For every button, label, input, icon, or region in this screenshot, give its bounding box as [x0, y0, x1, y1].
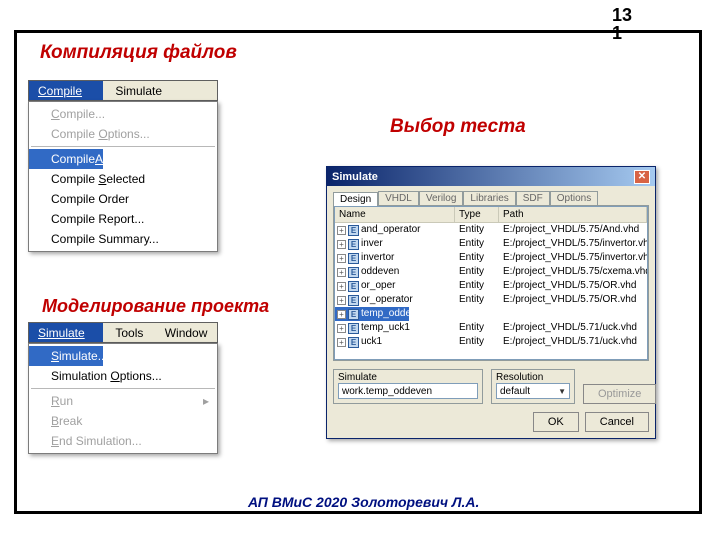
menu-simulate-2[interactable]: Simulate [29, 323, 103, 342]
menu-compile[interactable]: Compile [29, 81, 103, 100]
tab-design[interactable]: Design [333, 192, 378, 206]
heading-model: Моделирование проекта [42, 296, 269, 317]
expand-icon[interactable]: + [337, 254, 346, 263]
cancel-button[interactable]: Cancel [585, 412, 649, 432]
expand-icon[interactable]: + [337, 240, 346, 249]
menu-item[interactable]: Compile Options... [29, 124, 217, 144]
tab-vhdl[interactable]: VHDL [378, 191, 419, 205]
menu-item[interactable]: Run▸ [29, 391, 217, 411]
tab-options[interactable]: Options [550, 191, 598, 205]
simulate-dialog: Simulate ✕ DesignVHDLVerilogLibrariesSDF… [326, 166, 656, 439]
table-row[interactable]: +Etemp_uck1EntityE:/project_VHDL/5.71/uc… [335, 321, 647, 335]
table-row[interactable]: +EoddevenEntityE:/project_VHDL/5.75/cxem… [335, 265, 647, 279]
table-row[interactable]: +Etemp_oddevenEntityE:/project_VHDL/5.75… [335, 307, 409, 321]
table-row[interactable]: +EinvertorEntityE:/project_VHDL/5.75/inv… [335, 251, 647, 265]
entity-icon: E [348, 225, 359, 236]
menu-item[interactable]: Compile Selected [29, 169, 217, 189]
simulate-field-label: Simulate [338, 372, 478, 383]
dropdown-simulate: Simulate...Simulation Options... Run▸Brea… [28, 343, 218, 454]
menu-item[interactable]: Compile Report... [29, 209, 217, 229]
entity-icon: E [348, 309, 359, 320]
tab-libraries[interactable]: Libraries [463, 191, 515, 205]
close-icon[interactable]: ✕ [634, 170, 650, 184]
dropdown-compile: Compile...Compile Options...Compile AllC… [28, 101, 218, 252]
expand-icon[interactable]: + [337, 324, 346, 333]
menubar-simulate: Simulate Tools Window [28, 322, 218, 343]
table-row[interactable]: +Eor_operEntityE:/project_VHDL/5.75/OR.v… [335, 279, 647, 293]
menu-item[interactable]: Break [29, 411, 217, 431]
table-row[interactable]: +Eor_operatorEntityE:/project_VHDL/5.75/… [335, 293, 647, 307]
expand-icon[interactable]: + [337, 296, 346, 305]
expand-icon[interactable]: + [337, 282, 346, 291]
entity-icon: E [348, 267, 359, 278]
menubar-compile: Compile Simulate Tools [28, 80, 218, 101]
simulate-input[interactable] [338, 383, 478, 399]
menu-item[interactable]: Simulation Options... [29, 366, 217, 386]
menu-simulate[interactable]: Simulate [106, 81, 171, 100]
resolution-field-label: Resolution [496, 372, 570, 383]
optimize-button[interactable]: Optimize [583, 384, 656, 404]
footer-text: АП ВМиС 2020 Золоторевич Л.А. [248, 494, 479, 510]
dialog-titlebar[interactable]: Simulate ✕ [327, 167, 655, 186]
expand-icon[interactable]: + [337, 268, 346, 277]
menu-item[interactable]: Compile... [29, 104, 217, 124]
menu-item[interactable]: Compile Order [29, 189, 217, 209]
table-row[interactable]: +Euck1EntityE:/project_VHDL/5.71/uck.vhd [335, 335, 647, 349]
tab-verilog[interactable]: Verilog [419, 191, 464, 205]
table-row[interactable]: +Eand_operatorEntityE:/project_VHDL/5.75… [335, 223, 647, 237]
expand-icon[interactable]: + [337, 338, 346, 347]
heading-compile: Компиляция файлов [40, 42, 237, 64]
entity-icon: E [348, 295, 359, 306]
menu-item[interactable]: Compile Summary... [29, 229, 217, 249]
table-row[interactable]: +EinverEntityE:/project_VHDL/5.75/invert… [335, 237, 647, 251]
resolution-select[interactable]: default ▼ [496, 383, 570, 399]
menu-item[interactable]: End Simulation... [29, 431, 217, 451]
entity-icon: E [348, 323, 359, 334]
entity-icon: E [348, 281, 359, 292]
dialog-tabs: DesignVHDLVerilogLibrariesSDFOptions [327, 186, 655, 205]
menu-window[interactable]: Window [156, 323, 217, 342]
menu-item[interactable]: Simulate... [29, 346, 103, 366]
entity-icon: E [348, 337, 359, 348]
heading-choose: Выбор теста [390, 116, 526, 138]
list-header: Name Type Path [335, 207, 647, 223]
entity-listbox[interactable]: Name Type Path +Eand_operatorEntityE:/pr… [334, 206, 648, 360]
menu-tools-2[interactable]: Tools [106, 323, 152, 342]
chevron-down-icon: ▼ [558, 387, 566, 396]
expand-icon[interactable]: + [337, 310, 346, 319]
ok-button[interactable]: OK [533, 412, 579, 432]
expand-icon[interactable]: + [337, 226, 346, 235]
dialog-title: Simulate [332, 171, 378, 183]
entity-icon: E [348, 239, 359, 250]
menu-item[interactable]: Compile All [29, 149, 103, 169]
tab-sdf[interactable]: SDF [516, 191, 550, 205]
entity-icon: E [348, 253, 359, 264]
